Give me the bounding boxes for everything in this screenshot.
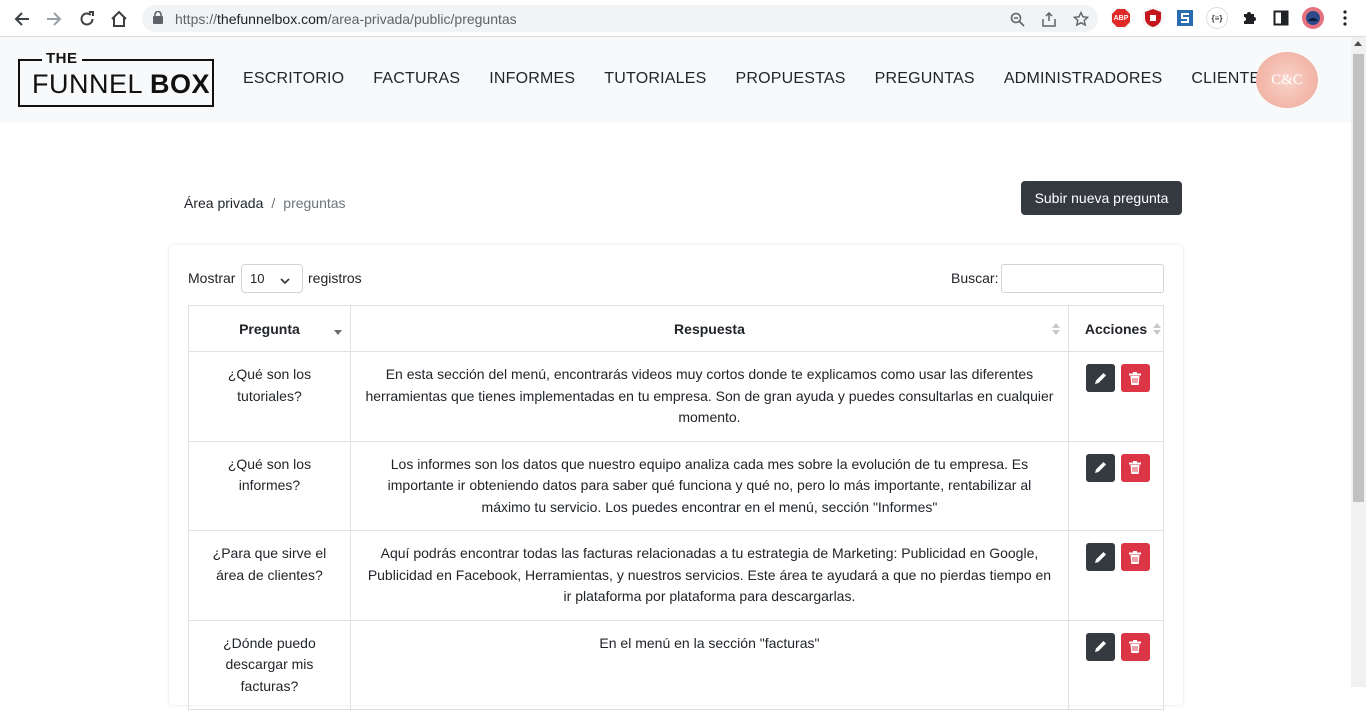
logo-funnel: FUNNEL — [32, 69, 151, 99]
s-extension-icon[interactable] — [1174, 7, 1196, 29]
page-length-value: 10 — [250, 271, 265, 286]
forward-arrow-icon[interactable] — [42, 7, 66, 31]
share-icon[interactable] — [1039, 9, 1059, 29]
trash-icon — [1129, 371, 1141, 385]
cell-pregunta: ¿Para que sirve el área de clientes? — [188, 530, 351, 621]
logo-box: BOX — [150, 69, 211, 99]
site-header: THE FUNNEL BOX ESCRITORIO FACTURAS INFOR… — [0, 37, 1351, 123]
header-acciones-label: Acciones — [1084, 320, 1148, 337]
search-label: Buscar: — [951, 270, 999, 286]
upload-question-button[interactable]: Subir nueva pregunta — [1021, 181, 1182, 215]
lock-icon — [153, 10, 163, 29]
logo-the: THE — [42, 50, 82, 67]
delete-button[interactable] — [1120, 543, 1150, 571]
breadcrumb-current: preguntas — [283, 195, 346, 211]
pencil-icon — [1094, 551, 1106, 563]
reload-icon[interactable] — [75, 7, 99, 31]
pencil-icon — [1094, 462, 1106, 473]
table-row: ¿Qué son los tutoriales? En esta sección… — [188, 351, 1164, 442]
sort-desc-icon — [333, 323, 342, 335]
edit-button[interactable] — [1085, 543, 1115, 571]
cell-respuesta: Aquí podrás encontrar todas las facturas… — [349, 530, 1070, 621]
ublock-extension-icon[interactable] — [1142, 7, 1164, 29]
url-text: https://thefunnelbox.com/area-privada/pu… — [175, 11, 517, 27]
menu-item-escritorio[interactable]: ESCRITORIO — [243, 70, 344, 88]
url-path: /area-privada/public/preguntas — [327, 11, 517, 27]
table-header-row: Pregunta Respuesta Acciones — [188, 305, 1164, 352]
pencil-icon — [1094, 641, 1106, 652]
address-bar[interactable]: https://thefunnelbox.com/area-privada/pu… — [142, 5, 1098, 32]
breadcrumb-separator: / — [271, 195, 276, 211]
trash-icon — [1129, 550, 1141, 564]
page-length-suffix: registros — [308, 270, 362, 286]
cell-acciones — [1068, 440, 1164, 531]
cell-respuesta: Los informes son los datos que nuestro e… — [349, 440, 1070, 531]
search-input[interactable] — [1001, 264, 1164, 293]
profile-avatar-icon[interactable] — [1302, 7, 1324, 29]
menu-item-preguntas[interactable]: PREGUNTAS — [875, 70, 975, 88]
browser-toolbar: https://thefunnelbox.com/area-privada/pu… — [0, 0, 1366, 37]
menu-item-propuestas[interactable]: PROPUESTAS — [735, 70, 845, 88]
cell-respuesta: En el menú en la sección "facturas" — [349, 619, 1070, 710]
sort-both-icon — [1153, 323, 1161, 335]
sort-both-icon — [1052, 323, 1061, 335]
user-avatar[interactable]: C&C — [1256, 52, 1318, 108]
cell-acciones — [1068, 351, 1164, 442]
json-extension-icon[interactable]: {≡} — [1206, 7, 1228, 29]
cell-pregunta: ¿Qué son los informes? — [188, 440, 351, 531]
header-respuesta[interactable]: Respuesta — [349, 305, 1070, 352]
trash-icon — [1129, 461, 1141, 474]
menu-item-administradores[interactable]: ADMINISTRADORES — [1004, 70, 1163, 88]
bookmark-star-icon[interactable] — [1071, 9, 1091, 29]
main-menu: ESCRITORIO FACTURAS INFORMES TUTORIALES … — [243, 70, 1300, 88]
header-acciones[interactable]: Acciones — [1068, 305, 1164, 352]
logo-wordmark: FUNNEL BOX — [32, 69, 210, 100]
funnelbox-logo[interactable]: THE FUNNEL BOX — [18, 50, 214, 107]
delete-button[interactable] — [1120, 453, 1150, 482]
zoom-icon[interactable] — [1007, 9, 1027, 29]
url-host: thefunnelbox.com — [217, 11, 328, 27]
adblock-label: ABP — [1113, 14, 1129, 22]
trash-icon — [1129, 640, 1141, 653]
browser-menu-icon[interactable] — [1334, 7, 1356, 29]
home-icon[interactable] — [107, 7, 131, 31]
adblock-extension-icon[interactable]: ABP — [1110, 7, 1132, 29]
delete-button[interactable] — [1120, 632, 1150, 661]
header-respuesta-label: Respuesta — [674, 320, 745, 337]
json-label: {≡} — [1211, 13, 1223, 23]
page-scrollbar[interactable] — [1351, 37, 1366, 687]
cell-acciones — [1068, 530, 1164, 621]
extensions-puzzle-icon[interactable] — [1238, 7, 1260, 29]
cell-respuesta: En esta sección del menú, encontrarás vi… — [349, 351, 1070, 442]
scroll-up-arrow-icon[interactable] — [1354, 41, 1362, 46]
edit-button[interactable] — [1085, 453, 1115, 482]
cell-pregunta: ¿Qué son los tutoriales? — [188, 351, 351, 442]
chevron-down-icon — [280, 273, 290, 288]
page-length-label: Mostrar — [188, 270, 236, 286]
questions-table: Pregunta Respuesta Acciones ¿Qué son los… — [188, 305, 1164, 710]
breadcrumb: Área privada / preguntas — [184, 195, 346, 211]
header-pregunta[interactable]: Pregunta — [188, 305, 351, 352]
pencil-icon — [1094, 372, 1106, 384]
table-row: ¿Dónde puedo descargar mis facturas? En … — [188, 619, 1164, 710]
header-pregunta-label: Pregunta — [239, 320, 300, 337]
side-panel-icon[interactable] — [1270, 7, 1292, 29]
page-length-select[interactable]: 10 — [241, 264, 303, 293]
cell-pregunta: ¿Dónde puedo descargar mis facturas? — [188, 619, 351, 710]
avatar-text: C&C — [1271, 71, 1303, 88]
table-row: ¿Qué son los informes? Los informes son … — [188, 440, 1164, 531]
edit-button[interactable] — [1085, 632, 1115, 661]
menu-item-informes[interactable]: INFORMES — [489, 70, 575, 88]
url-prefix: https:// — [175, 11, 218, 27]
table-row: ¿Para que sirve el área de clientes? Aqu… — [188, 530, 1164, 621]
cell-acciones — [1068, 619, 1164, 710]
back-arrow-icon[interactable] — [10, 7, 34, 31]
delete-button[interactable] — [1120, 364, 1150, 392]
menu-item-tutoriales[interactable]: TUTORIALES — [604, 70, 706, 88]
menu-item-facturas[interactable]: FACTURAS — [373, 70, 460, 88]
scrollbar-thumb[interactable] — [1353, 54, 1364, 502]
breadcrumb-root[interactable]: Área privada — [184, 195, 263, 211]
edit-button[interactable] — [1085, 364, 1115, 392]
